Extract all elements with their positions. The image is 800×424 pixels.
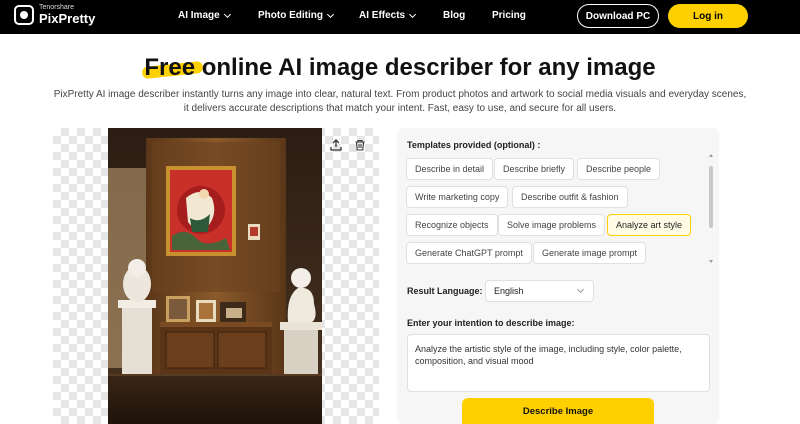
chevron-down-icon xyxy=(326,10,335,18)
nav-blog[interactable]: Blog xyxy=(443,10,465,21)
logo-title: PixPretty xyxy=(39,11,96,26)
scrollbar-thumb[interactable] xyxy=(709,166,713,228)
language-select[interactable]: English xyxy=(485,280,594,302)
describe-image-button[interactable]: Describe Image xyxy=(462,398,654,424)
template-chip[interactable]: Describe briefly xyxy=(494,158,575,180)
describe-form-panel: Templates provided (optional) : Describe… xyxy=(397,128,719,424)
templates-label: Templates provided (optional) : xyxy=(407,140,541,150)
download-pc-button[interactable]: Download PC xyxy=(577,4,659,28)
template-chip[interactable]: Recognize objects xyxy=(406,214,498,236)
trash-icon[interactable] xyxy=(351,136,369,154)
artwork-photo xyxy=(108,128,322,424)
chevron-down-icon xyxy=(223,10,231,18)
page-description: PixPretty AI image describer instantly t… xyxy=(53,89,747,114)
logo[interactable]: Tenorshare PixPretty xyxy=(14,4,95,25)
logo-subtitle: Tenorshare xyxy=(39,4,75,11)
page-title: Free online AI image describer for any i… xyxy=(0,54,800,82)
top-nav: Tenorshare PixPretty AI Image Photo Edit… xyxy=(0,0,800,34)
title-rest: online AI image describer for any image xyxy=(195,54,656,81)
chevron-down-icon xyxy=(576,285,585,294)
template-chip[interactable]: Describe in detail xyxy=(406,158,494,180)
logo-mark-icon xyxy=(14,4,34,25)
nav-ai-effects[interactable]: AI Effects xyxy=(359,10,417,21)
template-chip-selected[interactable]: Analyze art style xyxy=(607,214,692,236)
nav-ai-image[interactable]: AI Image xyxy=(178,10,231,21)
intention-label: Enter your intention to describe image: xyxy=(407,318,575,328)
language-label: Result Language: xyxy=(407,286,483,296)
template-chip[interactable]: Generate image prompt xyxy=(533,242,647,264)
templates-scrollbar[interactable] xyxy=(709,158,713,262)
template-chip[interactable]: Describe outfit & fashion xyxy=(512,186,628,208)
title-highlight: Free xyxy=(144,54,196,81)
scroll-up-icon[interactable] xyxy=(709,154,713,157)
template-chip[interactable]: Describe people xyxy=(577,158,661,180)
template-chip[interactable]: Generate ChatGPT prompt xyxy=(406,242,532,264)
template-chip[interactable]: Write marketing copy xyxy=(406,186,509,208)
nav-pricing[interactable]: Pricing xyxy=(492,10,526,21)
upload-icon[interactable] xyxy=(327,136,345,154)
template-chip[interactable]: Solve image problems xyxy=(498,214,606,236)
chevron-down-icon xyxy=(409,10,417,18)
nav-photo-editing[interactable]: Photo Editing xyxy=(258,10,335,21)
intention-textarea[interactable]: Analyze the artistic style of the image,… xyxy=(407,334,710,392)
uploaded-photo xyxy=(108,128,322,424)
image-preview-panel xyxy=(53,128,379,424)
scroll-down-icon[interactable] xyxy=(709,260,713,263)
login-button[interactable]: Log in xyxy=(668,4,748,28)
